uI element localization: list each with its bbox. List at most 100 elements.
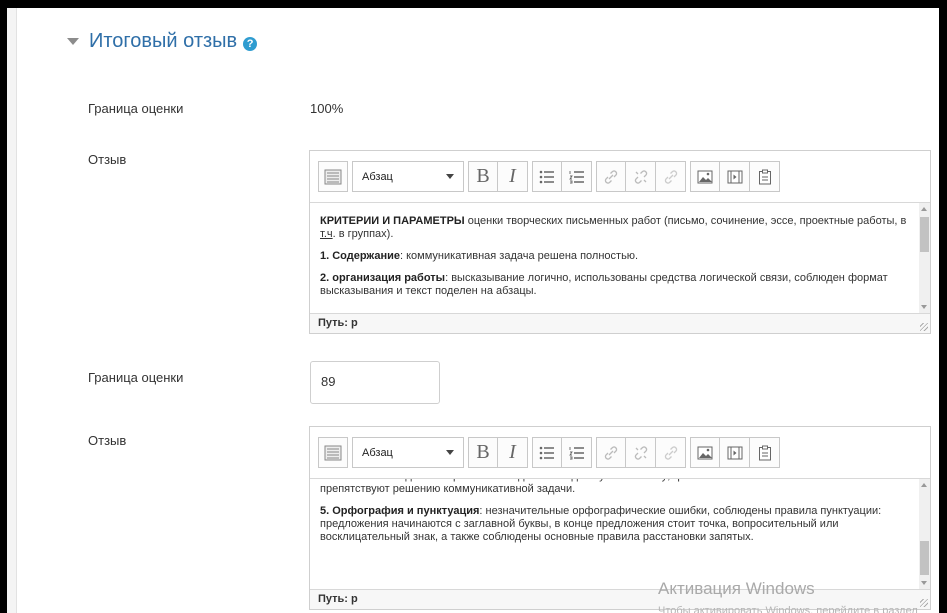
chevron-down-icon	[446, 174, 454, 179]
bullet-list-icon	[539, 446, 554, 459]
bullet-list-button[interactable]	[532, 437, 562, 468]
criteria-text-end: . в группах).	[332, 228, 394, 240]
unlink-button[interactable]	[626, 437, 656, 468]
italic-button[interactable]: I	[498, 161, 528, 192]
scrollbar-thumb[interactable]	[920, 541, 929, 575]
unlink-button[interactable]	[626, 161, 656, 192]
format-group: B I	[468, 161, 528, 192]
help-icon[interactable]: ?	[243, 36, 258, 51]
editor-toolbar: Абзац B I	[310, 427, 930, 479]
scroll-down-icon[interactable]	[921, 581, 927, 585]
list-group	[532, 161, 592, 192]
media-icon	[727, 446, 742, 459]
grade-boundary-input[interactable]: 89	[310, 361, 440, 404]
paste-icon	[758, 169, 771, 184]
paste-button[interactable]	[750, 437, 780, 468]
media-group	[690, 161, 780, 192]
link-button[interactable]	[596, 161, 626, 192]
italic-button[interactable]: I	[498, 437, 528, 468]
scroll-down-icon[interactable]	[921, 305, 927, 309]
bold-button[interactable]: B	[468, 161, 498, 192]
scroll-up-icon[interactable]	[921, 207, 927, 211]
editor-content-area[interactable]: поставленной задачей и требованиям данно…	[310, 479, 930, 589]
windows-activation-watermark-subtitle: Чтобы активировать Windows, перейдите в …	[658, 605, 918, 613]
image-icon	[697, 170, 713, 183]
windows-activation-watermark-title: Активация Windows	[658, 579, 815, 598]
insert-image-button[interactable]	[690, 437, 720, 468]
grade-boundary-static-value: 100%	[310, 101, 344, 116]
grade-boundary-label-2: Граница оценки	[88, 370, 184, 385]
grade-boundary-label: Граница оценки	[88, 101, 184, 116]
element-path: Путь: p	[318, 593, 358, 605]
resize-handle-icon[interactable]	[920, 323, 928, 331]
criteria-text: оценки творческих письменных работ (пись…	[464, 215, 907, 227]
numbered-list-button[interactable]	[562, 437, 592, 468]
media-group	[690, 437, 780, 468]
screenshot-frame: Итоговый отзыв ? Граница оценки 100% Отз…	[0, 0, 947, 613]
numbered-list-icon	[568, 170, 584, 183]
paragraph-format-select[interactable]: Абзац	[352, 437, 464, 468]
chevron-down-icon	[446, 450, 454, 455]
nolink-button[interactable]	[656, 161, 686, 192]
section-header-overall-feedback[interactable]: Итоговый отзыв ?	[67, 30, 258, 53]
toolbar-toggle-icon	[324, 445, 342, 460]
editor-scrollbar[interactable]	[919, 203, 930, 313]
organization-heading: 2. организация работы	[320, 272, 446, 284]
section-title: Итоговый отзыв	[89, 30, 238, 52]
numbered-list-icon	[568, 446, 584, 459]
editor-scrollbar[interactable]	[919, 479, 930, 589]
link-group	[596, 437, 686, 468]
paste-button[interactable]	[750, 161, 780, 192]
content-paragraph: 5. Орфография и пунктуация: незначительн…	[320, 505, 908, 544]
nolink-icon	[664, 169, 677, 184]
element-path-bar: Путь: p	[310, 313, 930, 333]
content-heading: 1. Содержание	[320, 250, 400, 262]
bullet-list-icon	[539, 170, 554, 183]
link-icon	[604, 169, 618, 184]
toolbar-toggle-button[interactable]	[318, 161, 348, 192]
collapse-caret-icon[interactable]	[67, 38, 79, 45]
feedback-editor[interactable]: Абзац B I КРИТЕРИИ И ПАРАМЕТРЫ оценки тв…	[309, 150, 931, 334]
feedback-label-2: Отзыв	[88, 433, 127, 448]
editor-toolbar: Абзац B I	[310, 151, 930, 203]
editor-content-area[interactable]: КРИТЕРИИ И ПАРАМЕТРЫ оценки творческих п…	[310, 203, 930, 313]
link-icon	[604, 445, 618, 460]
content-paragraph: КРИТЕРИИ И ПАРАМЕТРЫ оценки творческих п…	[320, 215, 908, 241]
media-icon	[727, 170, 742, 183]
form-page: Итоговый отзыв ? Граница оценки 100% Отз…	[7, 8, 939, 613]
page-left-edge	[7, 8, 17, 613]
bullet-list-button[interactable]	[532, 161, 562, 192]
paragraph-format-value: Абзац	[362, 170, 393, 183]
nolink-icon	[664, 445, 677, 460]
numbered-list-button[interactable]	[562, 161, 592, 192]
scrollbar-thumb[interactable]	[920, 217, 929, 252]
toolbar-toggle-button[interactable]	[318, 437, 348, 468]
abbr-text: т.ч	[320, 228, 333, 240]
scroll-up-icon[interactable]	[921, 483, 927, 487]
unlink-icon	[634, 445, 647, 460]
insert-image-button[interactable]	[690, 161, 720, 192]
paste-icon	[758, 445, 771, 460]
bold-button[interactable]: B	[468, 437, 498, 468]
paragraph-format-select[interactable]: Абзац	[352, 161, 464, 192]
resize-handle-icon[interactable]	[920, 599, 928, 607]
link-button[interactable]	[596, 437, 626, 468]
list-group	[532, 437, 592, 468]
spelling-heading: 5. Орфография и пунктуация	[320, 505, 480, 517]
feedback-label: Отзыв	[88, 152, 127, 167]
unlink-icon	[634, 169, 647, 184]
content-paragraph: поставленной задачей и требованиям данно…	[320, 479, 876, 495]
content-paragraph: 1. Содержание: коммуникативная задача ре…	[320, 250, 908, 263]
feedback-editor-2[interactable]: Абзац B I препятствуют решению коммуника…	[309, 426, 931, 610]
nolink-button[interactable]	[656, 437, 686, 468]
toolbar-toggle-icon	[324, 169, 342, 184]
insert-media-button[interactable]	[720, 161, 750, 192]
content-paragraph: 2. организация работы: высказывание логи…	[320, 272, 908, 298]
image-icon	[697, 446, 713, 459]
element-path: Путь: p	[318, 317, 358, 329]
insert-media-button[interactable]	[720, 437, 750, 468]
content-text: : коммуникативная задача решена полность…	[400, 250, 639, 262]
paragraph-format-value: Абзац	[362, 446, 393, 459]
link-group	[596, 161, 686, 192]
format-group: B I	[468, 437, 528, 468]
